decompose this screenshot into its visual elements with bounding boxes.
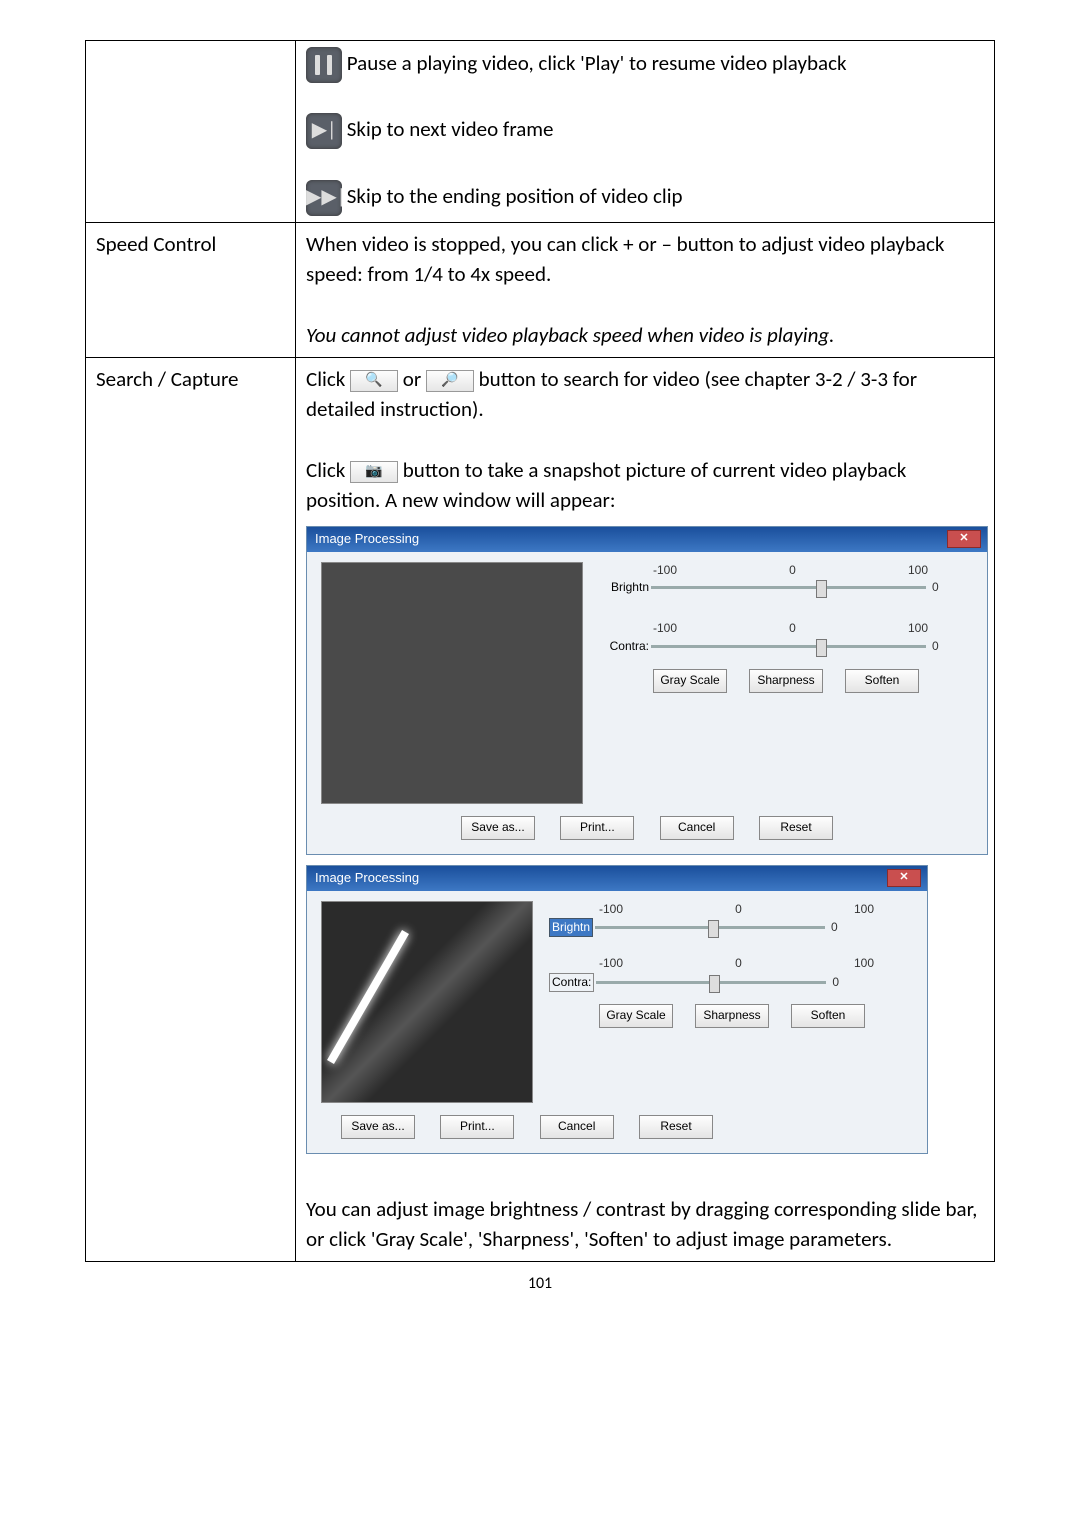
or-text: or (398, 366, 426, 392)
content-table: Pause a playing video, click 'Play' to r… (85, 40, 995, 1262)
brightness-slider[interactable] (651, 586, 926, 589)
contrast-label: Contra: (599, 638, 649, 655)
scale-zero: 0 (735, 901, 742, 918)
gray-scale-button[interactable]: Gray Scale (653, 669, 727, 693)
contrast-value: 0 (832, 974, 852, 991)
contrast-value: 0 (932, 638, 952, 655)
brightness-value: 0 (831, 919, 851, 936)
camera-icon: 📷 (350, 461, 398, 483)
close-icon[interactable]: ✕ (947, 530, 981, 548)
row1-label (86, 41, 296, 223)
sharpness-button[interactable]: Sharpness (749, 669, 823, 693)
dialog-titlebar: Image Processing ✕ (307, 866, 927, 891)
preview-image-blank (321, 562, 583, 804)
scale-max: 100 (908, 562, 928, 579)
soften-button[interactable]: Soften (845, 669, 919, 693)
search-event-icon: 🔎 (426, 370, 474, 392)
save-as-button[interactable]: Save as... (341, 1115, 415, 1139)
brightness-label-selected: Brightn (549, 918, 593, 937)
cancel-button[interactable]: Cancel (540, 1115, 614, 1139)
next-frame-icon: ▶| (306, 113, 342, 149)
image-processing-dialog-2: Image Processing✕ -1000100 Brightn0 -100… (306, 865, 928, 1154)
scale-min: -100 (653, 620, 677, 637)
scale-max: 100 (908, 620, 928, 637)
scale-zero: 0 (789, 562, 796, 579)
sharpness-button[interactable]: Sharpness (695, 1004, 769, 1028)
brightness-value: 0 (932, 579, 952, 596)
print-button[interactable]: Print... (560, 816, 634, 840)
save-as-button[interactable]: Save as... (461, 816, 535, 840)
controls-panel: -1000100 Brightn0 -1000100 Contra:0 Gray… (583, 562, 973, 804)
pause-icon (306, 47, 342, 83)
page-number: 101 (85, 1274, 995, 1293)
dialog-title: Image Processing (315, 531, 419, 546)
reset-button[interactable]: Reset (759, 816, 833, 840)
speed-line2: You cannot adjust video playback speed w… (306, 322, 835, 348)
row2-desc: When video is stopped, you can click + o… (296, 222, 995, 357)
row1-desc: Pause a playing video, click 'Play' to r… (296, 41, 995, 223)
preview-image-light (321, 901, 533, 1103)
reset-button[interactable]: Reset (639, 1115, 713, 1139)
dialog-titlebar: Image Processing ✕ (307, 527, 987, 552)
scale-zero: 0 (789, 620, 796, 637)
scale-zero: 0 (735, 955, 742, 972)
contrast-label: Contra: (549, 973, 594, 992)
brightness-label: Brightn (599, 579, 649, 596)
scale-min: -100 (599, 955, 623, 972)
soften-button[interactable]: Soften (791, 1004, 865, 1028)
row2-label: Speed Control (86, 222, 296, 357)
controls-panel: -1000100 Brightn0 -1000100 Contra:0 Gray… (533, 901, 913, 1103)
dialog-title: Image Processing (315, 870, 419, 885)
gray-scale-button[interactable]: Gray Scale (599, 1004, 673, 1028)
cancel-button[interactable]: Cancel (660, 816, 734, 840)
scale-min: -100 (599, 901, 623, 918)
image-processing-dialog-1: Image Processing✕ -1000100 Brightn0 -100… (306, 526, 988, 855)
scale-max: 100 (854, 955, 874, 972)
adjust-footer-text: You can adjust image brightness / contra… (306, 1196, 977, 1252)
contrast-slider[interactable] (651, 645, 926, 648)
row3-label: Search / Capture (86, 357, 296, 1261)
scale-max: 100 (854, 901, 874, 918)
search-time-icon: 🔍 (350, 370, 398, 392)
skip-end-icon: ▶▶| (306, 180, 342, 216)
next-text: Skip to next video frame (342, 116, 554, 142)
print-button[interactable]: Print... (440, 1115, 514, 1139)
click-text-1: Click (306, 366, 350, 392)
scale-min: -100 (653, 562, 677, 579)
contrast-slider[interactable] (596, 981, 826, 984)
end-text: Skip to the ending position of video cli… (342, 183, 683, 209)
row3-desc: Click 🔍 or 🔎 button to search for video … (296, 357, 995, 1261)
close-icon[interactable]: ✕ (887, 869, 921, 887)
click-text-2: Click (306, 457, 350, 483)
speed-line1: When video is stopped, you can click + o… (306, 231, 944, 287)
pause-text: Pause a playing video, click 'Play' to r… (342, 50, 847, 76)
brightness-slider[interactable] (595, 926, 825, 929)
